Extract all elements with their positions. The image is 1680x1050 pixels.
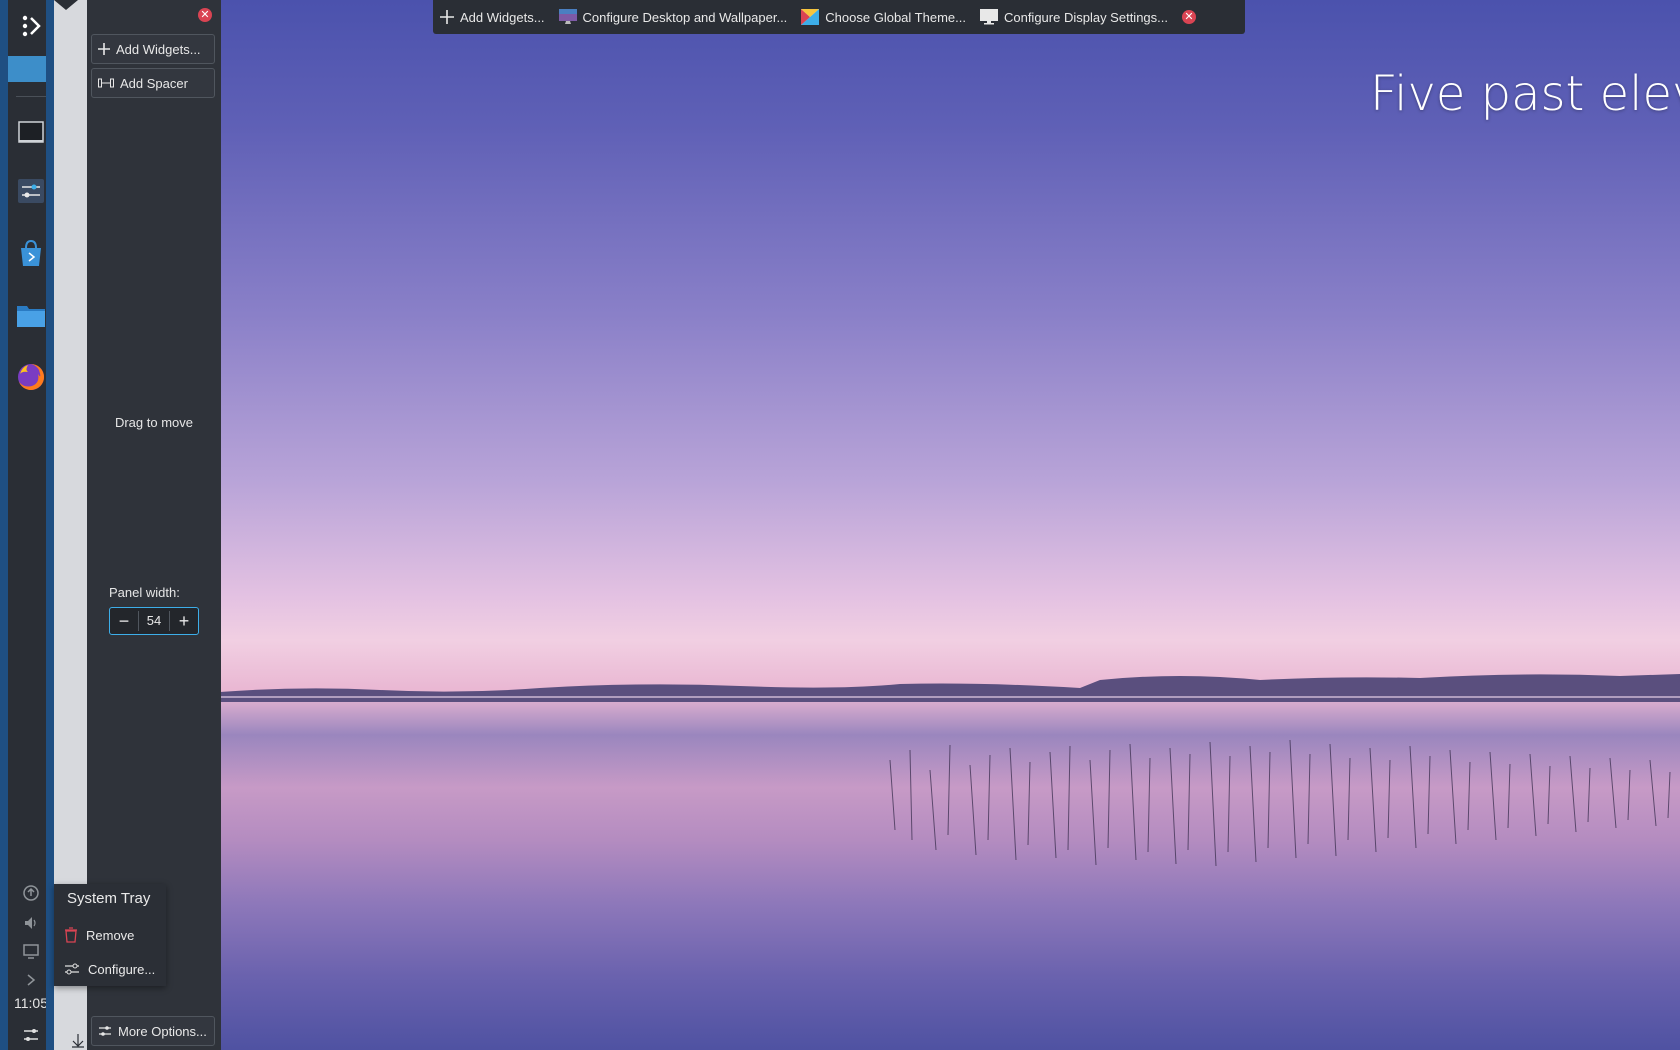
- desktop-edit-toolbar: Add Widgets... Configure Desktop and Wal…: [433, 0, 1245, 34]
- drag-to-move-handle[interactable]: Drag to move: [87, 415, 221, 430]
- toolbar-display-settings-button[interactable]: Configure Display Settings...: [973, 9, 1175, 25]
- options-icon: [98, 1025, 112, 1037]
- system-tray-popup: System Tray Remove Configure...: [54, 884, 166, 986]
- wallpaper-icon: [558, 9, 577, 25]
- toolbar-add-widgets-button[interactable]: Add Widgets...: [433, 10, 552, 25]
- panel-width-value[interactable]: 54: [138, 611, 170, 631]
- toolbar-configure-desktop-label: Configure Desktop and Wallpaper...: [582, 9, 788, 25]
- panel-width-label: Panel width:: [109, 585, 180, 600]
- more-options-button[interactable]: More Options...: [91, 1016, 215, 1046]
- ruler-top-handle[interactable]: [54, 0, 78, 10]
- desktop-clock: Five past eleve: [1370, 66, 1680, 122]
- more-options-label: More Options...: [118, 1023, 207, 1039]
- tray-configure-item[interactable]: Configure...: [54, 954, 166, 984]
- toolbar-global-theme-label: Choose Global Theme...: [825, 9, 966, 25]
- increase-width-button[interactable]: +: [170, 611, 198, 632]
- toolbar-close-button[interactable]: ✕: [1175, 10, 1203, 24]
- reeds: [889, 740, 1671, 867]
- desktop-wallpaper: [0, 0, 1680, 1050]
- plus-icon: [98, 43, 110, 55]
- add-spacer-button[interactable]: Add Spacer: [91, 68, 215, 98]
- close-icon: ✕: [1182, 10, 1196, 24]
- add-spacer-label: Add Spacer: [120, 75, 188, 91]
- display-icon: [979, 9, 998, 25]
- ruler-bottom-handle-icon[interactable]: [72, 1034, 84, 1048]
- plus-icon: [440, 10, 454, 24]
- add-widgets-label: Add Widgets...: [116, 41, 201, 57]
- panel-separator: [16, 96, 46, 97]
- configure-icon: [64, 962, 80, 976]
- toolbar-add-widgets-label: Add Widgets...: [460, 9, 545, 25]
- panel-edge: [46, 0, 54, 1050]
- theme-icon: [801, 9, 820, 25]
- toolbar-configure-desktop-button[interactable]: Configure Desktop and Wallpaper...: [552, 9, 795, 25]
- toolbar-display-settings-label: Configure Display Settings...: [1003, 9, 1168, 25]
- panel-width-stepper[interactable]: − 54 +: [109, 607, 199, 635]
- toolbar-global-theme-button[interactable]: Choose Global Theme...: [794, 9, 973, 25]
- spacer-icon: [98, 78, 114, 88]
- close-icon: ✕: [198, 8, 212, 22]
- tray-configure-label: Configure...: [88, 961, 156, 977]
- add-widgets-button[interactable]: Add Widgets...: [91, 34, 215, 64]
- trash-icon: [64, 927, 78, 943]
- distant-hills: [220, 674, 1680, 702]
- config-close-button[interactable]: ✕: [198, 8, 212, 22]
- tray-remove-label: Remove: [86, 927, 135, 943]
- tray-remove-item[interactable]: Remove: [54, 920, 166, 950]
- decrease-width-button[interactable]: −: [110, 611, 138, 632]
- tray-popup-title: System Tray: [67, 890, 151, 907]
